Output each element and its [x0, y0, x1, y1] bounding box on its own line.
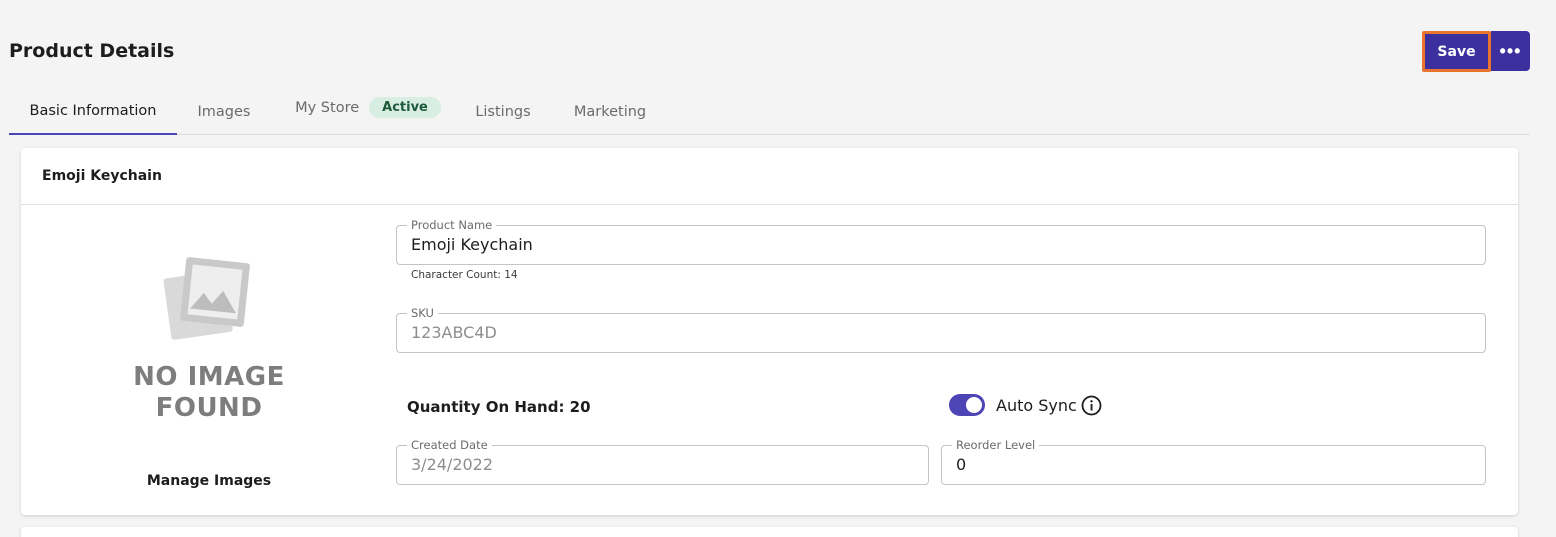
field-label: Product Name [407, 217, 497, 233]
tab-images[interactable]: Images [189, 88, 259, 135]
tab-label: Marketing [573, 103, 647, 120]
created-date-input: 3/24/2022 [411, 455, 494, 474]
auto-sync-label: Auto Sync [996, 396, 1077, 415]
no-image-text: NO IMAGE FOUND [133, 362, 285, 423]
field-label: Reorder Level [952, 437, 1040, 453]
save-button-highlight: Save [1422, 31, 1491, 72]
save-button[interactable]: Save [1425, 34, 1488, 69]
product-name-input[interactable]: Emoji Keychain [411, 235, 533, 254]
status-badge: Active [369, 97, 441, 118]
info-icon[interactable] [1081, 395, 1102, 420]
field-label: Created Date [407, 437, 492, 453]
character-count: Character Count: 14 [411, 269, 518, 281]
image-placeholder-icon [161, 256, 253, 346]
page-title: Product Details [9, 40, 175, 62]
tab-my-store[interactable]: My Store Active [292, 84, 444, 131]
field-label: SKU [407, 305, 438, 321]
more-options-button[interactable]: ••• [1491, 31, 1530, 71]
tab-label: Basic Information [29, 102, 157, 119]
tab-label: Listings [475, 103, 531, 120]
tab-marketing[interactable]: Marketing [569, 88, 651, 135]
toggle-knob [966, 397, 982, 413]
auto-sync-toggle[interactable] [949, 394, 985, 416]
tab-label: Images [197, 103, 251, 120]
card-title: Emoji Keychain [21, 148, 1518, 205]
reorder-level-input[interactable]: 0 [956, 455, 966, 474]
product-name-field[interactable]: Product Name Emoji Keychain [396, 217, 1486, 265]
sku-input: 123ABC4D [411, 323, 497, 342]
tab-listings[interactable]: Listings [471, 88, 535, 135]
next-card [21, 527, 1518, 537]
product-card: Emoji Keychain NO IMAGE FOUND Manage Ima… [21, 148, 1518, 515]
tab-basic-information[interactable]: Basic Information [9, 88, 177, 135]
tab-bar: Basic Information Images My Store Active… [9, 88, 1530, 135]
tab-label: My Store [295, 99, 360, 116]
sku-field: SKU 123ABC4D [396, 305, 1486, 353]
created-date-field: Created Date 3/24/2022 [396, 437, 929, 485]
manage-images-link[interactable]: Manage Images [118, 473, 300, 489]
reorder-level-field[interactable]: Reorder Level 0 [941, 437, 1486, 485]
quantity-on-hand: Quantity On Hand: 20 [407, 398, 591, 416]
